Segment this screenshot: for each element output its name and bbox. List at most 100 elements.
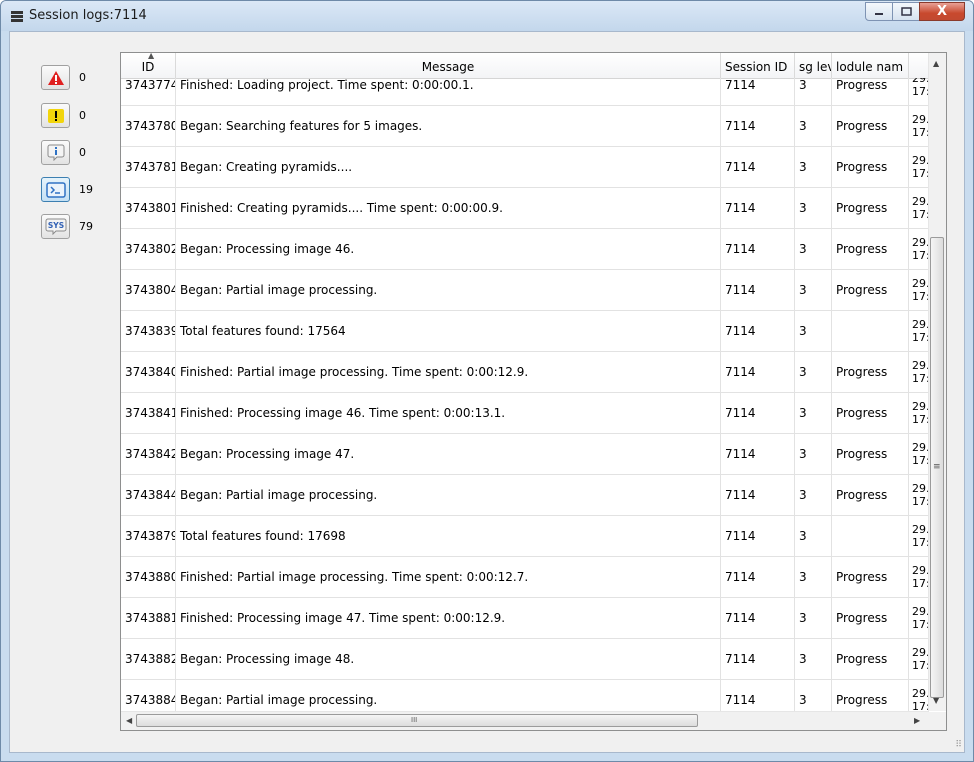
cell-time-line: 17:1	[912, 618, 928, 631]
warning-filter-button[interactable]	[41, 103, 70, 128]
scroll-down-icon[interactable]: ▼	[933, 696, 939, 705]
table-row[interactable]: 3743780 Began: Searching features for 5 i…	[121, 106, 928, 147]
error-count: 0	[79, 71, 86, 84]
cell-id: 3743840	[121, 352, 176, 392]
scroll-up-icon[interactable]: ▲	[933, 59, 939, 68]
table-row[interactable]: 3743802 Began: Processing image 46. 7114 3 P…	[121, 229, 928, 270]
cell-log-level: 3	[795, 557, 832, 597]
cell-date: 29.017:1	[909, 147, 928, 187]
table-row[interactable]: 3743801 Finished: Creating pyramids.... T…	[121, 188, 928, 229]
cell-session-id: 7114	[721, 270, 795, 310]
scroll-left-icon[interactable]: ◀	[126, 716, 132, 725]
filter-info: 0	[41, 140, 86, 165]
cell-time-line: 17:1	[912, 331, 928, 344]
console-filter-button[interactable]	[41, 177, 70, 202]
horizontal-scroll-thumb[interactable]: III	[136, 714, 698, 727]
cell-log-level: 3	[795, 475, 832, 515]
cell-module-name: Progress	[832, 106, 909, 146]
cell-time-line: 17:1	[912, 167, 928, 180]
cell-session-id: 7114	[721, 78, 795, 105]
grid-header: ▲ ID Message Session ID sg lev lodule na…	[121, 53, 931, 79]
column-header-module-name[interactable]: lodule nam	[832, 53, 909, 78]
close-icon: X	[936, 4, 948, 19]
minimize-icon	[875, 12, 883, 15]
cell-message: Finished: Creating pyramids.... Time spe…	[176, 188, 721, 228]
cell-log-level: 3	[795, 311, 832, 351]
cell-session-id: 7114	[721, 516, 795, 556]
info-filter-button[interactable]	[41, 140, 70, 165]
error-icon	[47, 70, 64, 85]
cell-date: 29.017:1	[909, 516, 928, 556]
resize-grip-icon[interactable]: ⠿	[955, 740, 962, 750]
cell-session-id: 7114	[721, 229, 795, 269]
column-header-session-id[interactable]: Session ID	[721, 53, 795, 78]
cell-log-level: 3	[795, 106, 832, 146]
cell-log-level: 3	[795, 639, 832, 679]
cell-module-name: Progress	[832, 352, 909, 392]
cell-date-line: 29.0	[912, 277, 928, 290]
console-icon	[45, 181, 66, 198]
cell-date-line: 29.0	[912, 154, 928, 167]
cell-session-id: 7114	[721, 598, 795, 638]
minimize-button[interactable]	[865, 2, 893, 21]
cell-id: 3743804	[121, 270, 176, 310]
system-filter-button[interactable]: SYS	[41, 214, 70, 239]
cell-time-line: 17:1	[912, 372, 928, 385]
hgrip-icon: III	[411, 716, 418, 724]
column-header-message[interactable]: Message	[176, 53, 721, 78]
table-row[interactable]: 3743884 Began: Partial image processing. 7…	[121, 680, 928, 711]
table-row[interactable]: 3743844 Began: Partial image processing. 7…	[121, 475, 928, 516]
cell-message: Total features found: 17698	[176, 516, 721, 556]
table-row[interactable]: 3743781 Began: Creating pyramids.... 7114 3…	[121, 147, 928, 188]
table-row[interactable]: 3743882 Began: Processing image 48. 7114 3 P…	[121, 639, 928, 680]
cell-log-level: 3	[795, 147, 832, 187]
table-row[interactable]: 3743842 Began: Processing image 47. 7114 3 P…	[121, 434, 928, 475]
info-icon	[47, 144, 64, 161]
cell-log-level: 3	[795, 598, 832, 638]
horizontal-scrollbar[interactable]: ◀ III ▶	[121, 711, 929, 730]
cell-module-name: Progress	[832, 434, 909, 474]
maximize-button[interactable]	[892, 2, 920, 21]
sort-ascending-icon: ▲	[148, 53, 155, 60]
cell-module-name: Progress	[832, 475, 909, 515]
cell-id: 3743801	[121, 188, 176, 228]
cell-time-line: 17:1	[912, 85, 928, 98]
column-header-id[interactable]: ▲ ID	[121, 53, 176, 78]
filter-system: SYS 79	[41, 214, 93, 239]
cell-id: 3743839	[121, 311, 176, 351]
cell-id: 3743780	[121, 106, 176, 146]
table-row[interactable]: 3743774 Finished: Loading project. Time s…	[121, 78, 928, 106]
table-row[interactable]: 3743880 Finished: Partial image processin…	[121, 557, 928, 598]
close-button[interactable]: X	[919, 2, 965, 21]
cell-time-line: 17:1	[912, 208, 928, 221]
column-header-log-level[interactable]: sg lev	[795, 53, 832, 78]
cell-message: Began: Creating pyramids....	[176, 147, 721, 187]
table-row[interactable]: 3743879 Total features found: 17698 7114 3 2…	[121, 516, 928, 557]
table-row[interactable]: 3743841 Finished: Processing image 46. Ti…	[121, 393, 928, 434]
table-row[interactable]: 3743804 Began: Partial image processing. 7…	[121, 270, 928, 311]
cell-log-level: 3	[795, 680, 832, 711]
cell-date-line: 29.0	[912, 359, 928, 372]
cell-message: Finished: Processing image 46. Time spen…	[176, 393, 721, 433]
vertical-scrollbar[interactable]: ▲ ≡ ▼	[928, 53, 946, 711]
cell-date: 29.017:1	[909, 475, 928, 515]
cell-time-line: 17:1	[912, 413, 928, 426]
cell-date-line: 29.0	[912, 605, 928, 618]
cell-message: Finished: Loading project. Time spent: 0…	[176, 78, 721, 105]
cell-message: Began: Processing image 46.	[176, 229, 721, 269]
cell-session-id: 7114	[721, 680, 795, 711]
window-controls: X	[865, 2, 965, 21]
cell-time-line: 17:1	[912, 249, 928, 262]
title-bar[interactable]: Session logs:7114 X	[1, 1, 973, 31]
error-filter-button[interactable]	[41, 65, 70, 90]
table-row[interactable]: 3743839 Total features found: 17564 7114 3 2…	[121, 311, 928, 352]
scroll-right-icon[interactable]: ▶	[914, 716, 920, 725]
table-row[interactable]: 3743881 Finished: Processing image 47. Ti…	[121, 598, 928, 639]
cell-date-line: 29.0	[912, 687, 928, 700]
grip-icon: ≡	[933, 462, 941, 472]
table-row[interactable]: 3743840 Finished: Partial image processin…	[121, 352, 928, 393]
cell-date: 29.017:1	[909, 78, 928, 105]
vertical-scroll-thumb[interactable]: ≡	[930, 237, 944, 698]
cell-module-name: Progress	[832, 598, 909, 638]
grid-body: 3743774 Finished: Loading project. Time s…	[121, 78, 928, 711]
